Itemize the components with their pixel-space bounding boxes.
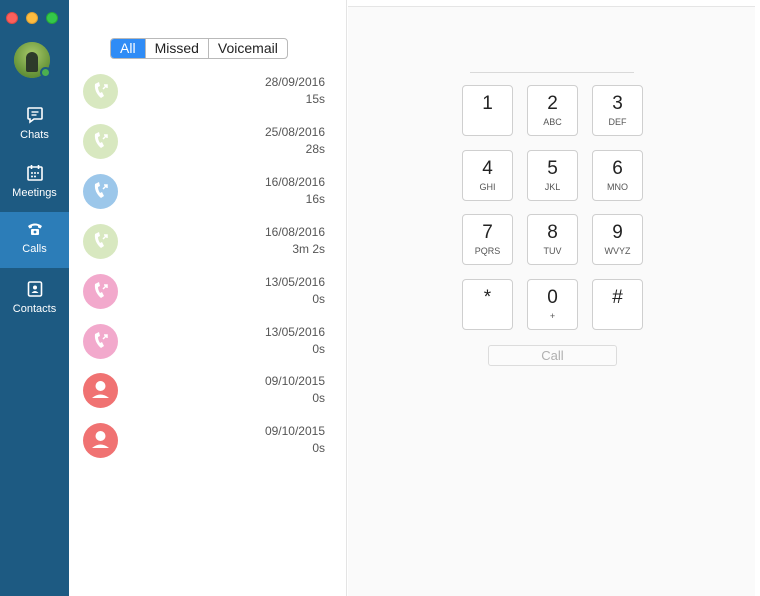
key-digit: 4 — [482, 158, 493, 179]
contact-card-icon — [27, 281, 42, 297]
chat-icon — [26, 107, 43, 124]
call-duration: 0s — [312, 342, 325, 356]
key-digit: 6 — [612, 158, 623, 179]
dialpad-key[interactable]: 4 GHI — [462, 150, 513, 201]
call-date: 13/05/2016 — [264, 325, 325, 339]
key-letters: ABC — [543, 117, 562, 127]
phone-icon — [83, 174, 118, 209]
key-digit: # — [612, 287, 623, 308]
dialpad-key[interactable]: * — [462, 279, 513, 330]
key-digit: 5 — [547, 158, 558, 179]
key-digit: 7 — [482, 222, 493, 243]
call-date: 09/10/2015 — [264, 424, 325, 438]
filter-tab-all[interactable]: All — [111, 39, 145, 58]
number-entry-field[interactable] — [470, 72, 634, 73]
person-icon — [83, 373, 118, 408]
phone-icon — [83, 274, 118, 309]
phone-icon — [83, 74, 118, 109]
sidebar-item-contacts[interactable]: Contacts — [0, 272, 69, 328]
key-letters: + — [549, 311, 556, 321]
sidebar-item-chats[interactable]: Chats — [0, 98, 69, 154]
key-digit: 2 — [547, 93, 558, 114]
dialpad-key[interactable]: # — [592, 279, 643, 330]
minimize-window-button[interactable] — [26, 12, 38, 24]
sidebar-item-label: Chats — [20, 129, 49, 141]
filter-tab-voicemail[interactable]: Voicemail — [207, 39, 287, 58]
close-window-button[interactable] — [6, 12, 18, 24]
call-duration: 16s — [305, 192, 325, 206]
call-duration: 28s — [305, 142, 325, 156]
key-letters: JKL — [544, 182, 561, 192]
sidebar-item-label: Meetings — [12, 187, 57, 199]
maximize-window-button[interactable] — [46, 12, 58, 24]
sidebar-item-calls[interactable]: Calls — [0, 212, 69, 268]
sidebar-item-label: Calls — [22, 243, 47, 255]
dialpad-key[interactable]: 5 JKL — [527, 150, 578, 201]
calendar-icon — [26, 165, 43, 181]
key-digit: 1 — [482, 93, 493, 114]
key-letters: PQRS — [474, 246, 501, 256]
dialpad-key[interactable]: 9 WVYZ — [592, 214, 643, 265]
key-digit: 8 — [547, 222, 558, 243]
sidebar-item-meetings[interactable]: Meetings — [0, 156, 69, 212]
phone-icon — [27, 223, 42, 235]
call-date: 13/05/2016 — [264, 275, 325, 289]
call-date: 09/10/2015 — [264, 374, 325, 388]
filter-tab-missed[interactable]: Missed — [144, 39, 208, 58]
phone-icon — [83, 124, 118, 159]
key-digit: 9 — [612, 222, 623, 243]
call-date: 28/09/2016 — [264, 75, 325, 89]
key-letters: MNO — [607, 182, 628, 192]
call-date: 16/08/2016 — [264, 175, 325, 189]
call-list-item[interactable]: 25/08/2016 28s — [69, 116, 347, 166]
key-digit: * — [483, 287, 492, 308]
call-list-item[interactable]: 09/10/2015 0s — [69, 415, 347, 465]
dialpad-key[interactable]: 0 + — [527, 279, 578, 330]
dialer-panel: 1 2 ABC 3 DEF 4 GHI 5 JKL 6 MNO 7 PQRS 8 TUV 9 WVYZ * 0 + # … — [348, 6, 755, 596]
call-date: 25/08/2016 — [264, 125, 325, 139]
phone-icon — [83, 324, 118, 359]
call-duration: 0s — [312, 441, 325, 455]
call-list-item[interactable]: 16/08/2016 16s — [69, 166, 347, 216]
phone-icon — [83, 224, 118, 259]
call-list-item[interactable]: 13/05/2016 0s — [69, 316, 347, 366]
dialpad-key[interactable]: 8 TUV — [527, 214, 578, 265]
call-date: 16/08/2016 — [264, 225, 325, 239]
sidebar-item-label: Contacts — [12, 303, 57, 315]
call-history-panel: All Missed Voicemail 28/09/2016 15s 25/08/… — [69, 0, 347, 596]
sidebar: Chats Meetings Calls Contacts — [0, 0, 69, 596]
dialpad-key[interactable]: 3 DEF — [592, 85, 643, 136]
call-filter-segmented-control: All Missed Voicemail — [110, 38, 288, 59]
person-icon — [83, 423, 118, 458]
call-duration: 0s — [312, 391, 325, 405]
dialpad-key[interactable]: 6 MNO — [592, 150, 643, 201]
key-digit: 3 — [612, 93, 623, 114]
key-letters: TUV — [543, 246, 562, 256]
call-list-item[interactable]: 28/09/2016 15s — [69, 66, 347, 116]
dialpad-key[interactable]: 1 — [462, 85, 513, 136]
online-status-icon — [40, 67, 51, 78]
call-list-item[interactable]: 13/05/2016 0s — [69, 266, 347, 316]
call-list-item[interactable]: 09/10/2015 0s — [69, 365, 347, 415]
dialpad-key[interactable]: 2 ABC — [527, 85, 578, 136]
key-digit: 0 — [547, 287, 558, 308]
call-duration: 15s — [305, 92, 325, 106]
key-letters: GHI — [479, 182, 496, 192]
call-duration: 0s — [312, 292, 325, 306]
app-window: Chats Meetings Calls Contacts All Missed… — [0, 0, 760, 596]
call-list-item[interactable]: 16/08/2016 3m 2s — [69, 216, 347, 266]
key-letters: WVYZ — [604, 246, 631, 256]
call-duration: 3m 2s — [292, 242, 325, 256]
key-letters: DEF — [608, 117, 627, 127]
dialpad-key[interactable]: 7 PQRS — [462, 214, 513, 265]
call-button[interactable]: Call — [488, 345, 617, 366]
